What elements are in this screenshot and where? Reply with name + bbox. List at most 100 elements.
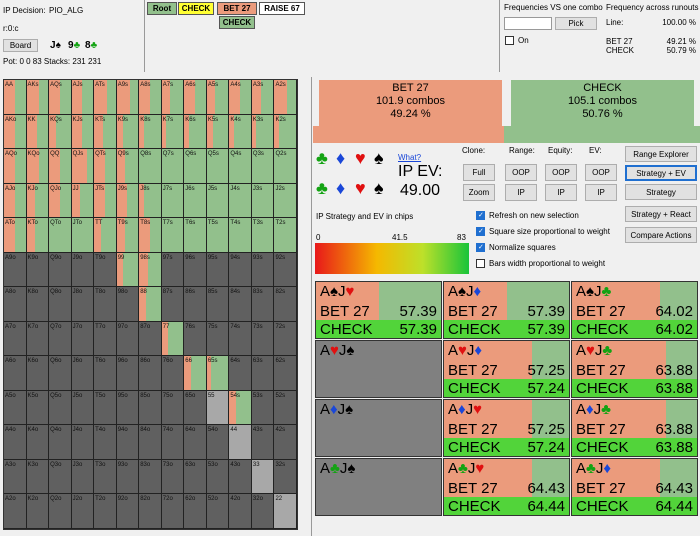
range-grid[interactable]: AA AKs AQs AJs ATs A9s A8s A7s A6s A5s A4s A3s A2s AK… (3, 79, 298, 530)
range-cell[interactable]: 99 (116, 252, 140, 288)
range-cell[interactable]: KTo (26, 218, 50, 253)
range-cell[interactable]: T6o (94, 356, 117, 391)
range-cell[interactable]: 63s (251, 356, 275, 391)
range-cell[interactable]: AA (4, 80, 27, 115)
combo-cell[interactable]: A♠J♥ BET 27 57.39 CHECK 57.39 (315, 281, 442, 339)
range-cell[interactable]: K6s (184, 114, 207, 150)
range-cell[interactable]: AQo (4, 149, 27, 184)
range-cell[interactable]: A9s (116, 80, 140, 115)
range-cell[interactable]: K8s (139, 114, 162, 150)
range-cell[interactable]: KTs (94, 114, 117, 150)
clone-zoom-button[interactable]: Zoom (463, 184, 495, 201)
range-cell[interactable]: 75o (161, 390, 185, 426)
range-cell[interactable]: 93o (116, 459, 140, 495)
club-filter-2-icon[interactable]: ♣ (316, 179, 328, 197)
compare-actions-button[interactable]: Compare Actions (625, 227, 697, 243)
range-cell[interactable]: 98s (139, 252, 162, 288)
range-cell[interactable]: 86o (139, 356, 162, 391)
range-cell[interactable]: 42s (274, 425, 297, 460)
combo-cell[interactable]: A♥J♦ BET 27 57.25 CHECK 57.24 (443, 340, 570, 398)
range-cell[interactable]: 86s (184, 287, 207, 322)
range-cell[interactable]: TT (94, 218, 117, 253)
combo-cell[interactable]: A♦J♠ (315, 399, 442, 457)
range-cell[interactable]: J9o (71, 252, 95, 288)
range-cell[interactable]: 95s (206, 252, 230, 288)
range-cell[interactable]: 77 (161, 321, 185, 357)
range-cell[interactable]: Q8o (49, 287, 72, 322)
range-cell[interactable]: 92s (274, 252, 297, 288)
range-cell[interactable]: T8o (94, 287, 117, 322)
clone-full-button[interactable]: Full (463, 164, 495, 181)
range-cell[interactable]: T4o (94, 425, 117, 460)
equity-oop-button[interactable]: OOP (545, 164, 577, 181)
combo-cell[interactable]: A♥J♣ BET 27 63.88 CHECK 63.88 (571, 340, 698, 398)
range-cell[interactable]: 72s (274, 321, 297, 357)
range-cell[interactable]: Q6o (49, 356, 72, 391)
refresh-checkbox[interactable] (476, 211, 485, 220)
range-cell[interactable]: 84o (139, 425, 162, 460)
equity-ip-button[interactable]: IP (545, 184, 577, 201)
range-cell[interactable]: T9o (94, 252, 117, 288)
range-cell[interactable]: KK (26, 114, 50, 150)
range-cell[interactable]: T7o (94, 321, 117, 357)
range-cell[interactable]: QTs (94, 149, 117, 184)
range-oop-button[interactable]: OOP (505, 164, 537, 181)
range-cell[interactable]: 83s (251, 287, 275, 322)
range-cell[interactable]: 72o (161, 494, 185, 529)
bars-width-checkbox[interactable] (476, 259, 485, 268)
range-cell[interactable]: J9s (116, 183, 140, 219)
range-cell[interactable]: A3s (251, 80, 275, 115)
range-cell[interactable]: 22 (274, 494, 297, 529)
tree-node-check[interactable]: CHECK (178, 2, 214, 15)
range-cell[interactable]: J6s (184, 183, 207, 219)
range-cell[interactable]: K9s (116, 114, 140, 150)
range-cell[interactable]: Q9s (116, 149, 140, 184)
range-cell[interactable]: T2s (274, 218, 297, 253)
range-cell[interactable]: T3o (94, 459, 117, 495)
range-cell[interactable]: 96o (116, 356, 140, 391)
range-cell[interactable]: J8o (71, 287, 95, 322)
range-cell[interactable]: A8o (4, 287, 27, 322)
range-cell[interactable]: J4s (229, 183, 252, 219)
range-cell[interactable]: A6o (4, 356, 27, 391)
range-cell[interactable]: A7o (4, 321, 27, 357)
range-cell[interactable]: A8s (139, 80, 162, 115)
spade-filter-icon[interactable]: ♠ (374, 149, 384, 167)
range-cell[interactable]: 53s (251, 390, 275, 426)
range-cell[interactable]: 98o (116, 287, 140, 322)
range-cell[interactable]: T2o (94, 494, 117, 529)
range-cell[interactable]: AQs (49, 80, 72, 115)
range-cell[interactable]: J4o (71, 425, 95, 460)
range-cell[interactable]: 66 (184, 356, 207, 391)
range-cell[interactable]: K5o (26, 390, 50, 426)
range-cell[interactable]: A7s (161, 80, 185, 115)
square-size-checkbox[interactable] (476, 227, 485, 236)
range-cell[interactable]: Q5s (206, 149, 230, 184)
range-cell[interactable]: 44 (229, 425, 252, 460)
range-cell[interactable]: 73s (251, 321, 275, 357)
range-cell[interactable]: AJs (71, 80, 95, 115)
range-cell[interactable]: T5s (206, 218, 230, 253)
combo-cell[interactable]: A♦J♥ BET 27 57.25 CHECK 57.24 (443, 399, 570, 457)
range-cell[interactable]: 54s (229, 390, 252, 426)
range-cell[interactable]: J6o (71, 356, 95, 391)
range-cell[interactable]: 52o (206, 494, 230, 529)
range-cell[interactable]: JTo (71, 218, 95, 253)
range-cell[interactable]: QJs (71, 149, 95, 184)
range-cell[interactable]: Q5o (49, 390, 72, 426)
range-cell[interactable]: 83o (139, 459, 162, 495)
range-cell[interactable]: K6o (26, 356, 50, 391)
range-cell[interactable]: 85o (139, 390, 162, 426)
club-filter-icon[interactable]: ♣ (316, 149, 328, 167)
range-cell[interactable]: JJ (71, 183, 95, 219)
range-cell[interactable]: 43s (251, 425, 275, 460)
range-cell[interactable]: JTs (94, 183, 117, 219)
range-cell[interactable]: K3o (26, 459, 50, 495)
range-cell[interactable]: 64o (184, 425, 207, 460)
range-cell[interactable]: 52s (274, 390, 297, 426)
range-cell[interactable]: Q2o (49, 494, 72, 529)
range-cell[interactable]: A9o (4, 252, 27, 288)
range-cell[interactable]: 54o (206, 425, 230, 460)
range-cell[interactable]: Q7s (161, 149, 185, 184)
range-cell[interactable]: K9o (26, 252, 50, 288)
